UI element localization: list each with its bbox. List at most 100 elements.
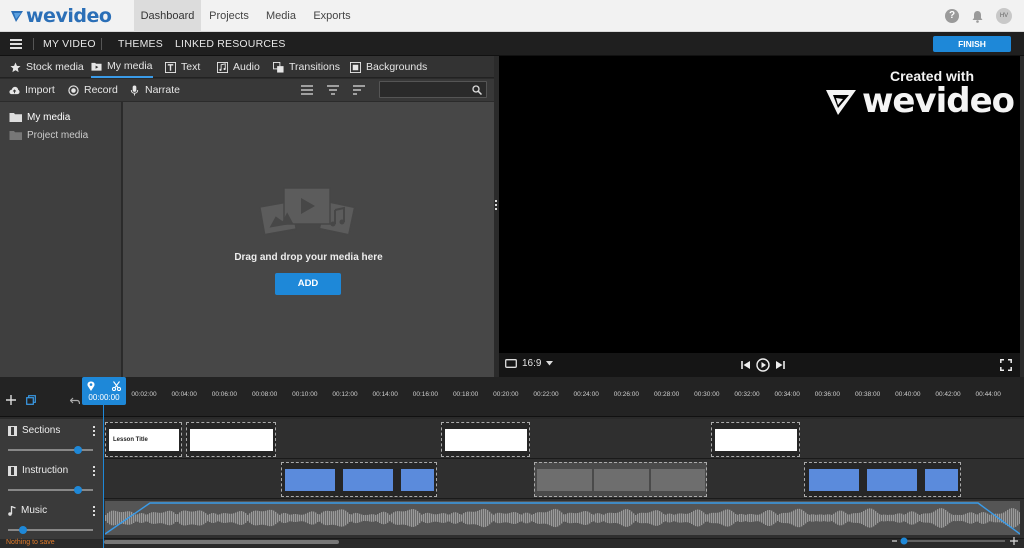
add-media-button[interactable]: ADD [275, 273, 341, 295]
timeline-tick: 00:34:00 [774, 391, 800, 398]
track-instruction: Instruction [0, 459, 1024, 499]
help-icon[interactable]: ? [945, 9, 959, 23]
filter-icon[interactable] [327, 85, 339, 95]
timeline-tick: 00:32:00 [734, 391, 760, 398]
search-icon[interactable] [472, 85, 482, 95]
zoom-slider[interactable] [890, 536, 1020, 546]
clip[interactable] [441, 422, 530, 457]
themes-menu[interactable]: THEMES [118, 32, 163, 56]
nav-tab-exports[interactable]: Exports [305, 0, 359, 32]
record-button[interactable]: Record [68, 79, 118, 101]
media-placeholder-icon [258, 187, 356, 236]
hamburger-menu-icon[interactable] [10, 39, 22, 49]
track-menu-icon[interactable] [93, 506, 96, 516]
tab-label: Text [181, 61, 201, 73]
dropzone-text: Drag and drop your media here [234, 252, 383, 263]
folder-open-icon [9, 113, 22, 122]
timeline-scrollbar[interactable] [104, 540, 339, 544]
clip[interactable] [534, 462, 707, 497]
folder-project-media[interactable]: Project media [9, 130, 88, 141]
volume-knob[interactable] [73, 486, 82, 494]
media-search [379, 81, 487, 98]
track-name[interactable]: Sections [8, 425, 60, 436]
copy-icon[interactable] [26, 395, 36, 405]
tab-audio[interactable]: Audio [217, 56, 260, 78]
audio-waveform[interactable] [105, 501, 1020, 535]
clip[interactable] [281, 462, 437, 497]
clip[interactable]: Lesson Title [105, 422, 182, 457]
aspect-ratio-select[interactable]: 16:9 [505, 358, 554, 369]
video-preview[interactable]: Created with wevideo [499, 56, 1020, 353]
timeline-ruler[interactable]: 00:02:00 00:04:00 00:06:00 00:08:00 00:10:00… [0, 377, 1024, 417]
track-name[interactable]: Instruction [8, 465, 68, 476]
linked-resources-menu[interactable]: LINKED RESOURCES [175, 32, 286, 56]
divider [33, 38, 34, 50]
tab-backgrounds[interactable]: Backgrounds [350, 56, 427, 78]
volume-knob[interactable] [19, 526, 28, 534]
tab-text[interactable]: Text [165, 56, 200, 78]
clip-thumbnail [715, 429, 797, 451]
fullscreen-icon[interactable] [1000, 359, 1012, 371]
search-input[interactable] [380, 82, 470, 97]
list-view-icon[interactable] [301, 85, 313, 95]
tab-label: Backgrounds [366, 61, 428, 73]
clip[interactable] [711, 422, 800, 457]
tab-stock-media[interactable]: Stock media [10, 56, 84, 78]
timeline-tick: 00:04:00 [171, 391, 197, 398]
folder-pane: My media Project media [0, 102, 122, 377]
volume-slider[interactable] [8, 486, 93, 494]
play-icon[interactable] [756, 358, 770, 372]
playhead-time: 00:00:00 [88, 393, 120, 402]
sort-icon[interactable] [353, 85, 365, 95]
skip-back-icon[interactable] [741, 360, 751, 370]
finish-button[interactable]: FINISH [933, 36, 1011, 52]
wevideo-logo[interactable]: wevideo [10, 5, 112, 27]
folder-my-media[interactable]: My media [9, 112, 70, 123]
project-title[interactable]: MY VIDEO [43, 32, 96, 56]
timeline-tick: 00:12:00 [332, 391, 358, 398]
watermark-logo: wevideo [824, 81, 1015, 121]
import-button[interactable]: Import [9, 79, 55, 101]
marker-pin-icon[interactable] [87, 381, 95, 391]
divider [101, 38, 102, 50]
nav-right: ? HV [945, 8, 1012, 24]
microphone-icon [130, 84, 139, 96]
narrate-button[interactable]: Narrate [129, 79, 180, 101]
volume-slider[interactable] [8, 446, 93, 454]
playhead-line [103, 405, 104, 548]
playback-controls [741, 358, 785, 372]
nav-tab-media[interactable]: Media [257, 0, 305, 32]
text-icon [165, 61, 176, 73]
bell-icon[interactable] [971, 10, 984, 23]
tab-label: Transitions [289, 61, 340, 73]
scissors-icon[interactable] [112, 381, 121, 391]
tab-transitions[interactable]: Transitions [273, 56, 340, 78]
track-menu-icon[interactable] [93, 426, 96, 436]
track-name-label: Sections [22, 425, 61, 436]
timeline-tick: 00:08:00 [251, 391, 278, 398]
avatar[interactable]: HV [996, 8, 1012, 24]
undo-icon[interactable] [70, 397, 80, 405]
volume-slider[interactable] [8, 526, 93, 534]
watermark: Created with wevideo [824, 68, 1015, 121]
track-name[interactable]: Music [8, 505, 47, 516]
record-label: Record [84, 84, 118, 96]
watermark-brand: wevideo [861, 81, 1015, 121]
nav-tab-dashboard[interactable]: Dashboard [134, 0, 201, 32]
add-track-icon[interactable] [6, 395, 16, 405]
cloud-upload-icon [9, 86, 20, 94]
tab-my-media[interactable]: My media [91, 56, 153, 78]
timeline-tick: 00:30:00 [694, 391, 720, 398]
star-icon [10, 61, 21, 72]
media-dropzone[interactable]: Drag and drop your media here ADD [123, 102, 494, 377]
clip[interactable] [804, 462, 961, 497]
folder-label: Project media [27, 130, 89, 141]
nav-tab-projects[interactable]: Projects [201, 0, 257, 32]
film-icon [8, 465, 17, 476]
playhead[interactable]: 00:00:00 [82, 377, 126, 405]
volume-knob[interactable] [73, 446, 82, 454]
track-menu-icon[interactable] [93, 466, 96, 476]
clip[interactable] [186, 422, 276, 457]
timeline-tick: 00:40:00 [895, 391, 921, 398]
skip-forward-icon[interactable] [775, 360, 785, 370]
